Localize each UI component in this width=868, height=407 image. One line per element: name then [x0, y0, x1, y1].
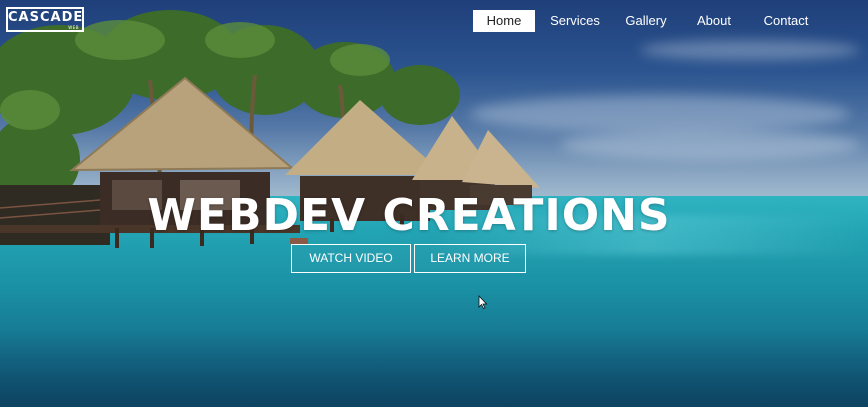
hero-title: WEBDEV CREATIONS [147, 190, 671, 241]
nav-item-gallery[interactable]: Gallery [618, 10, 674, 32]
watch-video-button[interactable]: WATCH VIDEO [291, 244, 411, 273]
learn-more-button[interactable]: LEARN MORE [414, 244, 526, 273]
nav-item-home[interactable]: Home [473, 10, 535, 32]
logo[interactable]: CASCADE WEB [6, 7, 84, 32]
logo-subtext: WEB [68, 25, 79, 30]
logo-text: CASCADE [8, 10, 84, 25]
nav-item-contact[interactable]: Contact [756, 10, 816, 32]
mouse-pointer-icon [478, 295, 488, 309]
nav-item-about[interactable]: About [688, 10, 740, 32]
nav-item-services[interactable]: Services [542, 10, 608, 32]
